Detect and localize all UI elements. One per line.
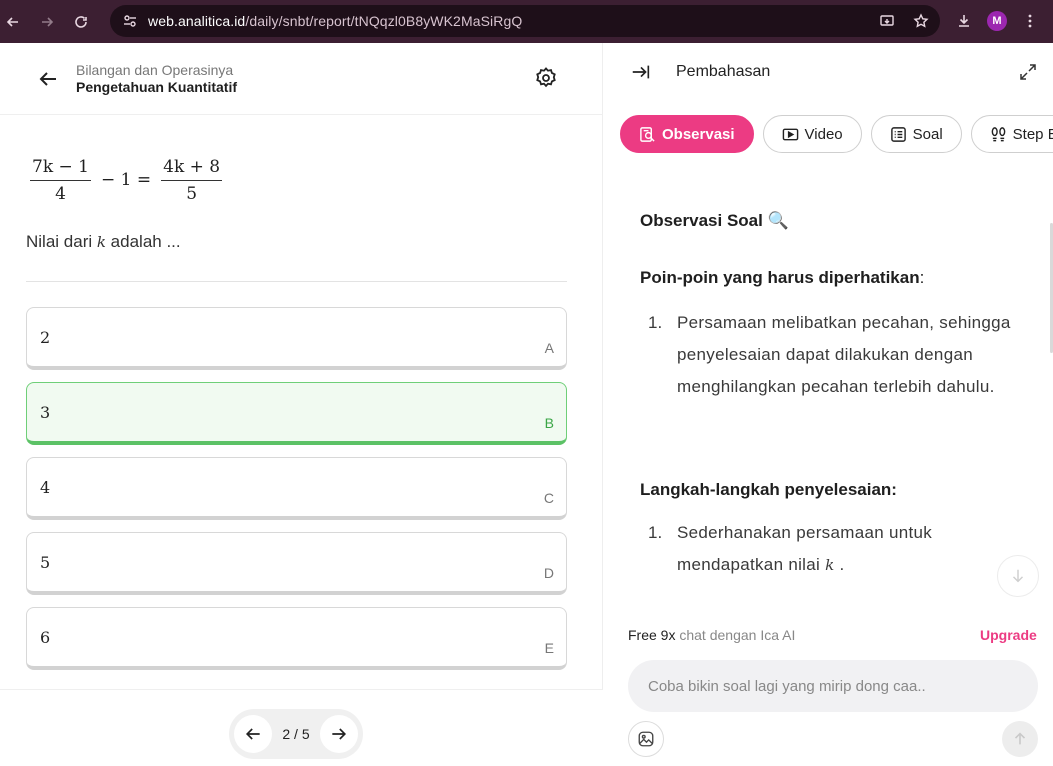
chat-quota: Free 9x chat dengan Ica AI (628, 627, 795, 643)
option-letter: B (544, 415, 554, 431)
tab-soal[interactable]: Soal (870, 115, 962, 153)
image-icon (638, 731, 654, 747)
prev-question-button[interactable] (234, 715, 272, 753)
rhs-numerator: 4k + 8 (161, 157, 223, 181)
option-letter: C (543, 490, 554, 506)
pager-label: 2 / 5 (282, 726, 310, 742)
points-heading: Poin-poin yang harus diperhatikan: (640, 268, 924, 288)
question-header: Bilangan dan Operasinya Pengetahuan Kuan… (0, 43, 603, 115)
question-panel: Bilangan dan Operasinya Pengetahuan Kuan… (0, 43, 603, 766)
chat-input[interactable] (628, 660, 1038, 712)
rhs-fraction: 4k + 8 5 (161, 157, 223, 204)
option-value: 4 (40, 478, 51, 497)
points-heading-colon: : (919, 268, 925, 287)
list-text-after: . (834, 555, 845, 574)
question-list-icon (890, 126, 906, 142)
equation-middle: − 1 = (101, 170, 152, 190)
upgrade-link[interactable]: Upgrade (980, 627, 1037, 643)
question-suffix: adalah ... (105, 232, 181, 251)
kebab-menu-icon[interactable] (1017, 8, 1043, 34)
arrow-left-icon (245, 728, 260, 740)
rhs-denominator: 5 (186, 183, 198, 204)
question-text: Nilai dari k adalah ... (26, 232, 181, 252)
send-button[interactable] (1002, 721, 1038, 757)
list-text-before: Sederhanakan persamaan untuk mendapatkan… (677, 523, 933, 574)
next-question-button[interactable] (320, 715, 358, 753)
tab-label: Video (804, 125, 843, 143)
attach-image-button[interactable] (628, 721, 664, 757)
page-title: Pengetahuan Kuantitatif (76, 79, 238, 95)
list-number: 1. (648, 523, 663, 542)
points-heading-text: Poin-poin yang harus diperhatikan (640, 268, 920, 287)
tab-label: Step By S (1012, 125, 1053, 143)
lhs-numerator: 7k − 1 (30, 157, 91, 181)
answer-option-c[interactable]: 4 C (26, 457, 567, 520)
expand-icon[interactable] (1018, 62, 1038, 82)
url-text: web.analitica.id/daily/snbt/report/tNQqz… (148, 13, 523, 29)
option-letter: E (544, 640, 554, 656)
option-value: 6 (40, 628, 51, 647)
answer-option-d[interactable]: 5 D (26, 532, 567, 595)
pager: 2 / 5 (229, 709, 363, 759)
answer-option-e[interactable]: 6 E (26, 607, 567, 670)
install-app-icon[interactable] (876, 10, 898, 32)
site-settings-icon[interactable] (120, 11, 140, 31)
reload-icon[interactable] (68, 9, 94, 35)
back-arrow-icon[interactable] (0, 9, 26, 35)
tab-label: Soal (912, 125, 943, 143)
list-text: Sederhanakan persamaan untuk mendapatkan… (677, 517, 1027, 581)
observe-icon (640, 126, 655, 142)
arrow-down-icon (1012, 569, 1024, 583)
discussion-tabs: Observasi Video Soal Step By S (620, 115, 1053, 153)
question-variable: k (96, 233, 106, 251)
browser-toolbar: web.analitica.id/daily/snbt/report/tNQqz… (0, 0, 1053, 43)
answer-option-b-correct[interactable]: 3 B (26, 382, 567, 445)
download-icon[interactable] (951, 8, 977, 34)
chat-free-suffix: chat dengan Ica AI (675, 627, 796, 643)
bookmark-star-icon[interactable] (910, 10, 932, 32)
option-value: 5 (40, 553, 51, 572)
question-footer: 2 / 5 (0, 689, 603, 766)
panel-title: Pembahasan (676, 63, 771, 80)
list-text-variable: k (825, 556, 835, 574)
tab-label: Observasi (662, 125, 735, 143)
arrow-up-icon (1014, 732, 1026, 745)
lhs-denominator: 4 (55, 183, 66, 204)
footsteps-icon (991, 126, 1006, 141)
option-letter: D (543, 565, 554, 581)
steps-heading: Langkah-langkah penyelesaian: (640, 480, 897, 499)
option-letter: A (544, 340, 554, 356)
list-item: 1. Sederhanakan persamaan untuk mendapat… (648, 517, 1028, 581)
option-value: 2 (40, 328, 51, 347)
scroll-down-button[interactable] (997, 555, 1039, 597)
observation-heading: Observasi Soal 🔍 (640, 211, 789, 230)
arrow-right-icon (332, 728, 347, 740)
gear-icon[interactable] (534, 66, 558, 90)
collapse-panel-icon[interactable] (630, 61, 652, 83)
tab-video[interactable]: Video (762, 115, 862, 153)
list-text: Persamaan melibatkan pecahan, sehingga p… (677, 313, 1011, 396)
tab-step-by-step[interactable]: Step By S (970, 115, 1053, 153)
profile-avatar[interactable]: M (987, 11, 1007, 31)
option-value: 3 (40, 403, 51, 422)
chat-free-count: Free 9x (628, 627, 676, 643)
equation: 7k − 1 4 − 1 = 4k + 8 5 (26, 155, 226, 205)
tab-observasi[interactable]: Observasi (620, 115, 754, 153)
address-bar[interactable]: web.analitica.id/daily/snbt/report/tNQqz… (110, 5, 940, 37)
answer-option-a[interactable]: 2 A (26, 307, 567, 370)
question-prefix: Nilai dari (26, 232, 97, 251)
video-icon (782, 128, 798, 140)
lhs-fraction: 7k − 1 4 (30, 157, 91, 204)
list-item: 1. Persamaan melibatkan pecahan, sehingg… (648, 307, 1028, 435)
divider (26, 281, 567, 282)
list-number: 1. (648, 313, 663, 332)
discussion-panel: Pembahasan Observasi Video Soal Step By … (604, 43, 1053, 766)
forward-arrow-icon[interactable] (34, 9, 60, 35)
breadcrumb-subtitle: Bilangan dan Operasinya (76, 62, 234, 78)
back-arrow-icon[interactable] (36, 67, 60, 91)
